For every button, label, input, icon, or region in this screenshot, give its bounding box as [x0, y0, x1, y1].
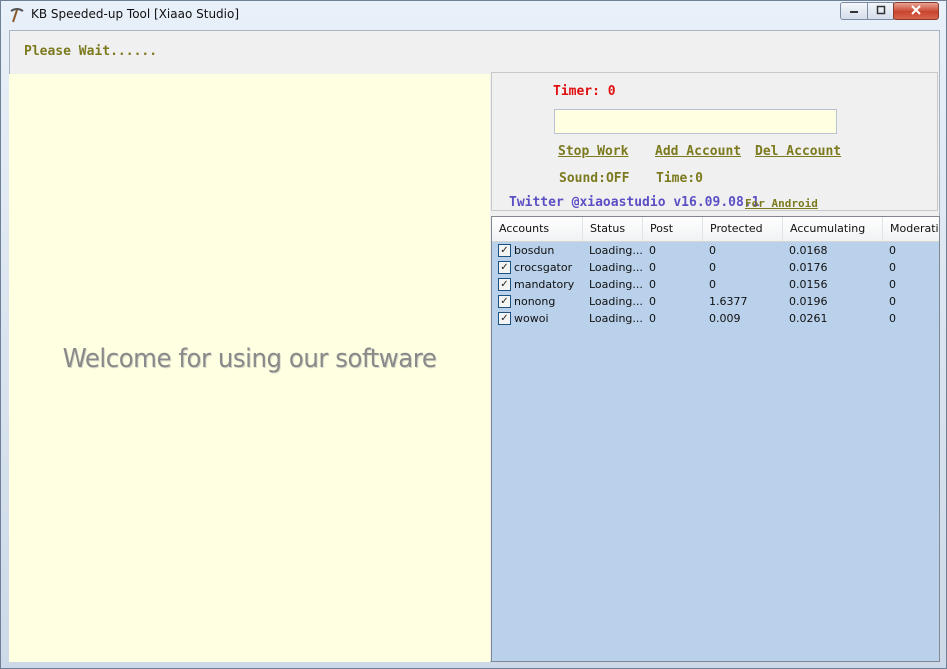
welcome-panel: Welcome for using our software [9, 74, 490, 662]
account-moderation: 0 [889, 261, 896, 274]
column-header-protected[interactable]: Protected [703, 217, 783, 241]
account-moderation: 0 [889, 312, 896, 325]
accounts-list-header: Accounts Status Post Protected Accumulat… [492, 217, 939, 242]
account-accumulating: 0.0156 [789, 278, 828, 291]
column-header-accumulating[interactable]: Accumulating [783, 217, 883, 241]
account-status: Loading... [589, 261, 643, 274]
account-status: Loading... [589, 312, 643, 325]
table-row[interactable]: ✓ nonong Loading... 0 1.6377 0.0196 0 [492, 293, 939, 310]
column-header-moderation[interactable]: Moderation [883, 217, 939, 241]
minimize-icon [849, 5, 859, 18]
welcome-message: Welcome for using our software [62, 344, 437, 374]
account-accumulating: 0.0196 [789, 295, 828, 308]
account-accumulating: 0.0168 [789, 244, 828, 257]
account-post: 0 [649, 261, 656, 274]
del-account-link[interactable]: Del Account [755, 144, 841, 159]
row-checkbox[interactable]: ✓ [498, 261, 511, 274]
account-moderation: 0 [889, 244, 896, 257]
account-protected: 0 [709, 244, 716, 257]
account-accumulating: 0.0176 [789, 261, 828, 274]
accounts-list[interactable]: Accounts Status Post Protected Accumulat… [491, 216, 940, 662]
window-title: KB Speeded-up Tool [Xiaao Studio] [31, 7, 240, 21]
for-android-link[interactable]: For Android [745, 197, 818, 210]
maximize-icon [876, 5, 886, 18]
control-panel: Timer: 0 Stop Work Add Account Del Accou… [491, 72, 938, 211]
account-post: 0 [649, 295, 656, 308]
account-name: nonong [514, 295, 556, 308]
table-row[interactable]: ✓ bosdun Loading... 0 0 0.0168 0 [492, 242, 939, 259]
table-row[interactable]: ✓ wowoi Loading... 0 0.009 0.0261 0 [492, 310, 939, 327]
table-row[interactable]: ✓ mandatory Loading... 0 0 0.0156 0 [492, 276, 939, 293]
pickaxe-icon [9, 7, 25, 23]
table-row[interactable]: ✓ crocsgator Loading... 0 0 0.0176 0 [492, 259, 939, 276]
account-name: wowoi [514, 312, 549, 325]
add-account-link[interactable]: Add Account [655, 144, 741, 159]
account-post: 0 [649, 244, 656, 257]
account-moderation: 0 [889, 278, 896, 291]
account-status: Loading... [589, 278, 643, 291]
close-icon [911, 4, 921, 19]
client-area: Please Wait...... Welcome for using our … [9, 30, 940, 662]
app-window: KB Speeded-up Tool [Xiaao Studio] Please… [0, 0, 947, 669]
row-checkbox[interactable]: ✓ [498, 244, 511, 257]
row-checkbox[interactable]: ✓ [498, 295, 511, 308]
account-input[interactable] [554, 109, 837, 134]
timer-label: Timer: 0 [553, 84, 616, 99]
title-bar[interactable]: KB Speeded-up Tool [Xiaao Studio] [1, 1, 946, 28]
account-name: crocsgator [514, 261, 573, 274]
status-message: Please Wait...... [24, 44, 158, 59]
column-header-post[interactable]: Post [643, 217, 703, 241]
column-header-status[interactable]: Status [583, 217, 643, 241]
account-name: mandatory [514, 278, 575, 291]
account-protected: 0 [709, 261, 716, 274]
row-checkbox[interactable]: ✓ [498, 278, 511, 291]
account-post: 0 [649, 278, 656, 291]
maximize-button[interactable] [867, 2, 894, 20]
minimize-button[interactable] [840, 2, 868, 20]
twitter-version-label: Twitter @xiaoastudio v16.09.08.1 [509, 195, 760, 210]
account-protected: 1.6377 [709, 295, 748, 308]
account-name: bosdun [514, 244, 555, 257]
time-label: Time:0 [656, 171, 703, 186]
sound-toggle[interactable]: Sound:OFF [559, 171, 629, 186]
account-moderation: 0 [889, 295, 896, 308]
account-protected: 0.009 [709, 312, 741, 325]
column-header-accounts[interactable]: Accounts [492, 217, 583, 241]
account-status: Loading... [589, 295, 643, 308]
account-post: 0 [649, 312, 656, 325]
stop-work-link[interactable]: Stop Work [558, 144, 628, 159]
account-protected: 0 [709, 278, 716, 291]
account-accumulating: 0.0261 [789, 312, 828, 325]
account-status: Loading... [589, 244, 643, 257]
row-checkbox[interactable]: ✓ [498, 312, 511, 325]
close-button[interactable] [893, 2, 939, 20]
